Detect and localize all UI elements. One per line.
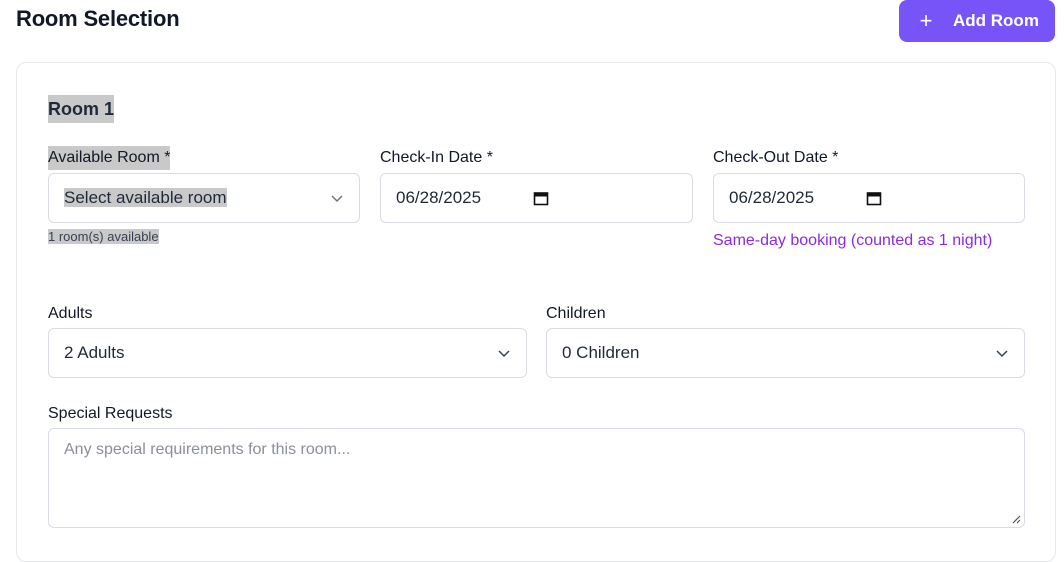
special-requests-label: Special Requests <box>48 405 173 422</box>
check-out-date-input[interactable]: 06/28/2025 <box>713 173 1025 223</box>
children-label: Children <box>546 305 606 322</box>
chevron-down-icon <box>996 350 1008 358</box>
same-day-booking-note: Same-day booking (counted as 1 night) <box>713 232 993 249</box>
check-in-date-input[interactable]: 06/28/2025 <box>380 173 693 223</box>
check-in-value: 06/28/2025 <box>396 188 482 207</box>
available-room-select[interactable]: Select available room <box>48 173 360 223</box>
calendar-icon[interactable] <box>533 190 549 206</box>
special-requests-textarea[interactable]: Any special requirements for this room..… <box>48 428 1025 528</box>
resize-handle-icon[interactable] <box>1011 514 1021 524</box>
chevron-down-icon <box>331 195 343 203</box>
add-room-label: Add Room <box>953 11 1039 30</box>
available-room-placeholder: Select available room <box>64 188 227 207</box>
children-value: 0 Children <box>562 343 640 362</box>
available-room-label: Available Room * <box>48 146 171 170</box>
special-requests-placeholder: Any special requirements for this room..… <box>64 441 351 458</box>
adults-value: 2 Adults <box>64 343 125 362</box>
children-select[interactable]: 0 Children <box>546 328 1025 378</box>
calendar-icon[interactable] <box>866 190 882 206</box>
chevron-down-icon <box>498 350 510 358</box>
add-room-button[interactable]: + Add Room <box>899 0 1055 42</box>
adults-label: Adults <box>48 305 93 322</box>
adults-select[interactable]: 2 Adults <box>48 328 527 378</box>
page-title: Room Selection <box>16 6 180 31</box>
plus-icon: + <box>919 8 933 33</box>
check-out-value: 06/28/2025 <box>729 188 815 207</box>
check-out-label: Check-Out Date * <box>713 149 839 166</box>
room-title: Room 1 <box>48 95 115 123</box>
available-room-helper: 1 room(s) available <box>48 229 159 244</box>
room-card: Room 1 Available Room * Select available… <box>16 62 1056 562</box>
check-in-label: Check-In Date * <box>380 149 493 166</box>
